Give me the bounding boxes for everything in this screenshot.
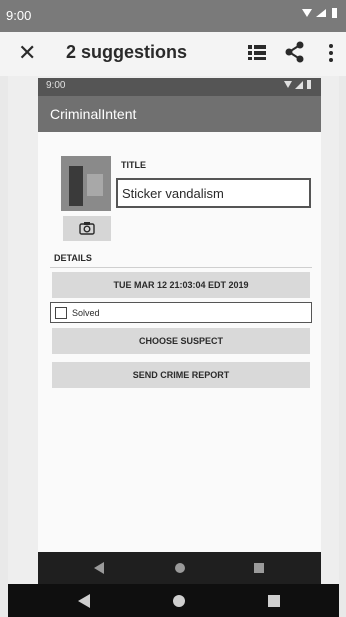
title-input[interactable]: Sticker vandalism <box>116 178 311 208</box>
solved-label: Solved <box>72 308 100 318</box>
more-vert-icon[interactable] <box>326 41 336 65</box>
title-label: TITLE <box>121 160 146 170</box>
device-status-bar: 9:00 <box>0 0 346 32</box>
list-icon[interactable] <box>248 43 266 61</box>
app-title: CriminalIntent <box>50 106 137 122</box>
suggestions-title: 2 suggestions <box>66 42 188 62</box>
recents-icon[interactable] <box>268 595 280 607</box>
home-icon[interactable] <box>175 563 185 573</box>
recents-icon[interactable] <box>254 563 264 573</box>
choose-suspect-button[interactable]: CHOOSE SUSPECT <box>52 328 310 354</box>
details-label: DETAILS <box>54 253 92 263</box>
back-icon[interactable] <box>78 594 90 608</box>
share-icon[interactable] <box>284 40 306 64</box>
signal-battery-icon <box>302 8 337 18</box>
device-navigation-bar <box>8 584 339 617</box>
camera-button[interactable] <box>63 216 111 241</box>
date-button[interactable]: TUE MAR 12 21:03:04 EDT 2019 <box>52 272 310 298</box>
details-divider <box>50 267 312 268</box>
app-status-icons <box>283 79 313 94</box>
app-bar: CriminalIntent <box>38 96 321 132</box>
back-icon[interactable] <box>94 562 104 574</box>
app-signal-battery-icon <box>284 80 311 89</box>
photo-light <box>87 174 103 196</box>
crime-photo[interactable] <box>61 156 111 211</box>
close-icon[interactable]: ✕ <box>18 40 36 66</box>
app-status-time: 9:00 <box>46 80 66 91</box>
suggestions-toolbar: ✕ 2 suggestions <box>0 32 346 76</box>
photo-door <box>69 166 83 206</box>
send-report-button[interactable]: SEND CRIME REPORT <box>52 362 310 388</box>
camera-icon <box>79 222 95 235</box>
app-navigation-bar <box>38 552 321 584</box>
status-time: 9:00 <box>6 8 32 23</box>
app-status-bar: 9:00 <box>38 78 321 96</box>
solved-checkbox-row[interactable]: Solved <box>50 302 312 323</box>
solved-checkbox[interactable] <box>55 307 67 319</box>
home-icon[interactable] <box>173 595 185 607</box>
status-icons <box>300 6 340 23</box>
